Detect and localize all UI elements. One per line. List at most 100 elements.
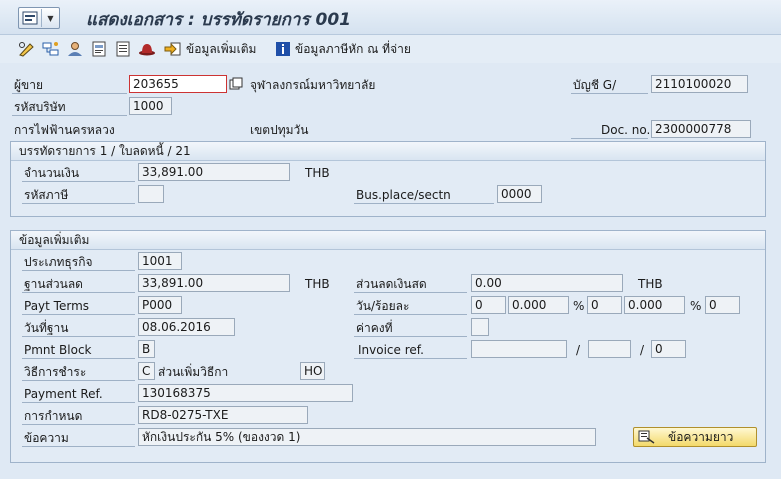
discount-base-currency: THB [305,277,330,291]
cash-discount-underline [354,292,467,293]
info-icon [276,42,290,56]
percent2-sign: % [690,299,702,313]
long-text-button[interactable]: ข้อความยาว [633,427,757,447]
days-percent-underline [354,314,467,315]
payment-method-field[interactable]: C [138,362,155,380]
vendor-name: จุฬาลงกรณ์มหาวิทยาลัย [250,78,376,92]
business-type-underline [22,270,135,271]
line-item-group-title: บรรทัดรายการ 1 / ใบลดหนี้ / 21 [11,142,765,161]
text-field[interactable]: หักเงินประกัน 5% (ของงวด 1) [138,428,596,446]
application-toolbar: ข้อมูลเพิ่มเติม ข้อมูลภาษีหัก ณ ที่จ่าย [0,35,781,63]
page-title: แสดงเอกสาร : บรรทัดรายการ 001 [86,10,351,30]
bus-place-field[interactable]: 0000 [497,185,542,203]
hat-icon [139,44,155,56]
pmnt-block-underline [22,358,135,359]
withholding-tax-label: ข้อมูลภาษีหัก ณ ที่จ่าย [295,41,411,56]
cash-discount-label: ส่วนลดเงินสด [356,277,427,291]
discount-base-label: ฐานส่วนลด [24,277,83,291]
percent1-sign: % [573,299,585,313]
business-type-label: ประเภทธุรกิจ [24,255,93,269]
company-code-underline [12,115,127,116]
payment-method-label: วิธีการชำระ [24,365,87,379]
payment-method-supplement-field[interactable]: HO [300,362,325,380]
additional-data-button[interactable]: ข้อมูลเพิ่มเติม [164,39,256,59]
user-button[interactable] [66,39,84,59]
days1-field[interactable]: 0 [471,296,506,314]
hierarchy-button[interactable] [42,39,60,59]
payment-ref-label: Payment Ref. [24,387,103,401]
hat-button[interactable] [138,39,156,59]
cash-discount-field[interactable]: 0.00 [471,274,623,292]
business-type-field[interactable]: 1001 [138,252,182,270]
amount-field[interactable]: 33,891.00 [138,163,290,181]
amount-currency: THB [305,166,330,180]
document-button[interactable] [90,39,108,59]
system-menu-button[interactable]: ▼ [18,7,60,29]
invoice-ref-slash-1: / [576,343,581,357]
company-code-label: รหัสบริษัท [14,100,66,114]
gl-account-field[interactable]: 2110100020 [651,75,748,93]
document-lines-icon [116,41,130,57]
invoice-ref-field-2[interactable] [588,340,631,358]
pmnt-block-field[interactable]: B [138,340,155,358]
person-icon [68,42,82,56]
baseline-date-underline [22,336,135,337]
payt-terms-field[interactable]: P000 [138,296,182,314]
doc-no-underline [571,138,648,139]
bus-place-label: Bus.place/sectn [356,188,451,202]
baseline-date-field[interactable]: 08.06.2016 [138,318,235,336]
company-code-field[interactable]: 1000 [129,97,172,115]
pmnt-block-label: Pmnt Block [24,343,92,357]
assignment-label: การกำหนด [24,409,83,423]
discount-base-underline [22,292,135,293]
doc-no-field[interactable]: 2300000778 [651,120,751,138]
line-item-group: บรรทัดรายการ 1 / ใบลดหนี้ / 21 [10,141,766,217]
assignment-field[interactable]: RD8-0275-TXE [138,406,308,424]
days3-field[interactable]: 0 [705,296,740,314]
amount-underline [22,181,135,182]
fixed-field[interactable] [471,318,489,336]
payment-ref-underline [22,402,135,403]
invoice-ref-slash-2: / [640,343,645,357]
payt-terms-label: Payt Terms [24,299,90,313]
long-text-icon [638,430,655,444]
text-underline [22,446,135,447]
payment-ref-field[interactable]: 130168375 [138,384,353,402]
tax-code-label: รหัสภาษี [24,188,69,202]
document-icon [92,41,106,57]
vendor-label-underline [12,93,127,94]
text-label: ข้อความ [24,431,69,445]
days2-field[interactable]: 0 [587,296,622,314]
tax-code-field[interactable] [138,185,164,203]
doc-no-label: Doc. no. [601,123,651,137]
menu-icon [19,9,42,27]
company-name: การไฟฟ้านครหลวง [14,123,115,137]
payment-method-underline [22,380,135,381]
edit-button[interactable] [18,39,36,59]
assignment-underline [22,424,135,425]
invoice-ref-field-3[interactable]: 0 [651,340,686,358]
withholding-tax-button[interactable]: ข้อมูลภาษีหัก ณ ที่จ่าย [275,39,411,59]
invoice-ref-field-1[interactable] [471,340,567,358]
baseline-date-label: วันที่ฐาน [24,321,69,335]
arrow-document-icon [164,42,181,56]
city-text: เขตปทุมวัน [250,123,309,137]
tax-code-underline [22,203,135,204]
additional-data-label: ข้อมูลเพิ่มเติม [186,41,257,56]
cash-discount-currency: THB [638,277,663,291]
payt-terms-underline [22,314,135,315]
copy-icon[interactable] [229,77,243,91]
title-bar: ▼ แสดงเอกสาร : บรรทัดรายการ 001 [0,0,781,35]
bus-place-underline [354,203,494,204]
display-document-button[interactable] [114,39,132,59]
vendor-field[interactable]: 203655 [129,75,227,93]
long-text-label: ข้อความยาว [668,429,734,444]
discount-base-field[interactable]: 33,891.00 [138,274,290,292]
additional-data-group-title: ข้อมูลเพิ่มเติม [11,231,765,250]
fixed-label: ค่าคงที่ [356,321,393,335]
hierarchy-icon [42,42,59,56]
days-percent-label: วัน/ร้อยละ [356,299,410,313]
percent2-field[interactable]: 0.000 [624,296,685,314]
gl-account-underline [571,93,648,94]
percent1-field[interactable]: 0.000 [508,296,569,314]
